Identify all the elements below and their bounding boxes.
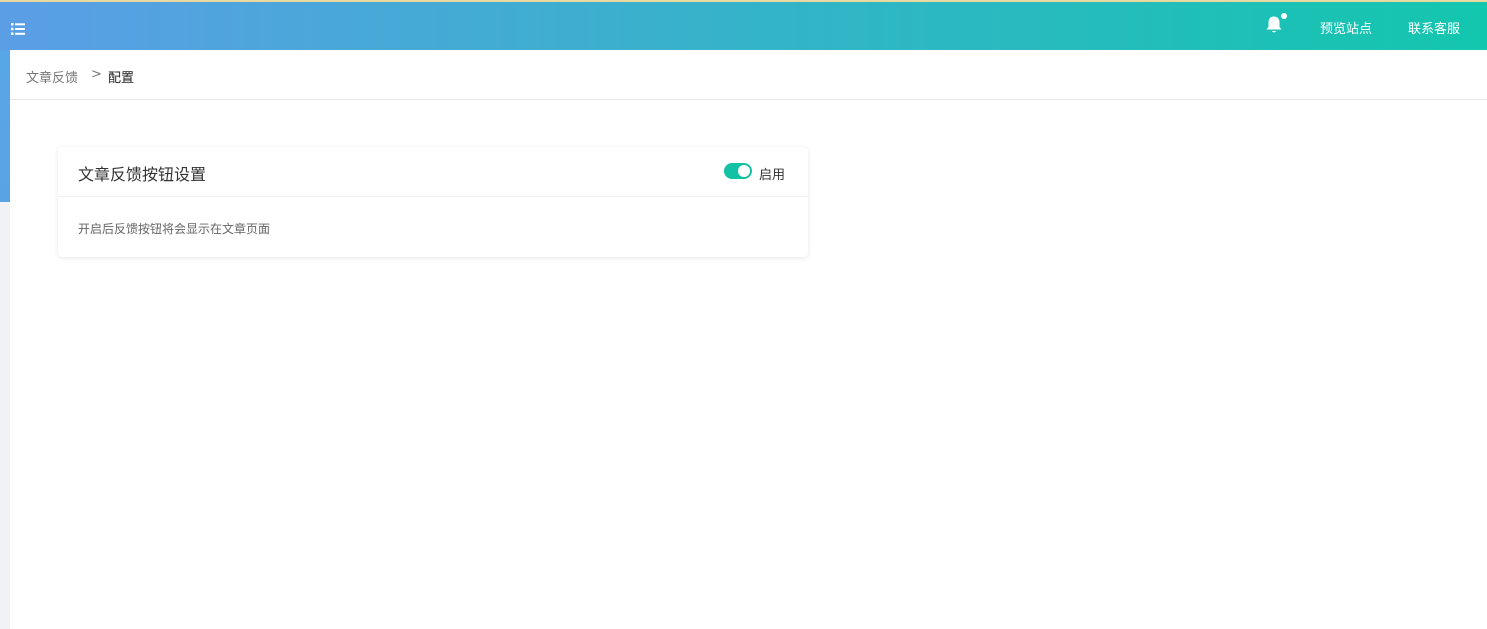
top-header-bar: 预览站点 联系客服 [0, 0, 1487, 50]
bell-icon[interactable] [1265, 13, 1287, 37]
card-description: 开启后反馈按钮将会显示在文章页面 [78, 222, 271, 236]
toggle-knob [738, 165, 750, 177]
feedback-settings-card: 文章反馈按钮设置 启用 开启后反馈按钮将会显示在文章页面 [58, 147, 808, 257]
card-header: 文章反馈按钮设置 启用 [58, 147, 808, 197]
card-title: 文章反馈按钮设置 [78, 165, 207, 184]
breadcrumb-item-config: 配置 [108, 71, 135, 86]
menu-list-icon[interactable] [11, 21, 25, 35]
notification-dot [1281, 13, 1287, 19]
preview-site-link[interactable]: 预览站点 [1320, 18, 1372, 37]
toggle-label: 启用 [759, 168, 786, 183]
breadcrumb-separator: > [91, 67, 102, 82]
contact-support-link[interactable]: 联系客服 [1408, 18, 1460, 37]
sidebar-edge [0, 50, 10, 202]
breadcrumb-item-article-feedback[interactable]: 文章反馈 [26, 67, 78, 86]
enable-toggle[interactable] [724, 163, 752, 179]
main-content: 文章反馈 > 配置 文章反馈按钮设置 启用 开启后反馈按钮将会显示在文章页面 [10, 50, 1487, 629]
breadcrumb: 文章反馈 > 配置 [10, 50, 1487, 100]
